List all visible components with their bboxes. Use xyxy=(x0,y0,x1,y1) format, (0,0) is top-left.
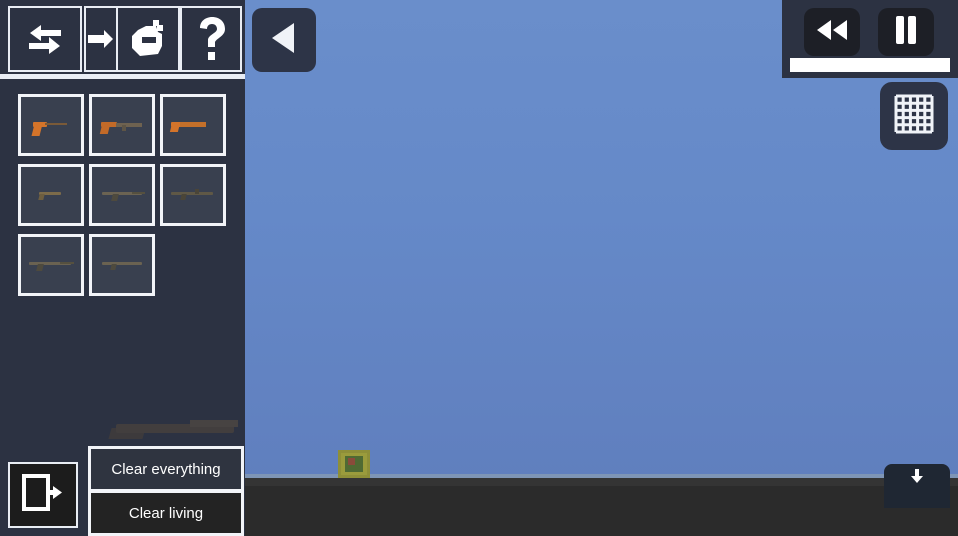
weapon-slot-2[interactable] xyxy=(89,94,155,156)
grid-toggle-button[interactable] xyxy=(880,82,948,150)
weapon-slot-4[interactable] xyxy=(18,164,84,226)
weapon-slot-6[interactable] xyxy=(160,164,226,226)
weapon-grid xyxy=(18,94,234,302)
sidebar-toolbar xyxy=(0,0,245,79)
clear-everything-button[interactable]: Clear everything xyxy=(91,449,241,489)
triangle-left-icon xyxy=(268,21,300,60)
crate-object[interactable] xyxy=(338,450,370,478)
marksman-rifle-icon xyxy=(98,255,146,275)
clear-living-button[interactable]: Clear living xyxy=(91,493,241,533)
swap-button[interactable] xyxy=(8,6,82,72)
sniper-rifle-icon xyxy=(27,255,75,275)
crate-core xyxy=(345,456,363,472)
preview-barrel xyxy=(190,420,238,427)
arrow-right-icon xyxy=(88,26,114,52)
grenade-button[interactable] xyxy=(116,6,180,72)
clear-buttons-panel: Clear everything Clear living xyxy=(88,446,244,536)
timeline-fill xyxy=(790,58,950,72)
exit-button[interactable] xyxy=(8,462,78,528)
pistol-icon xyxy=(27,115,75,136)
toolbar-underline xyxy=(0,74,245,79)
assault-rifle-icon xyxy=(98,185,146,205)
sawed-off-shotgun-icon xyxy=(169,115,217,135)
back-button[interactable] xyxy=(252,8,316,72)
help-button[interactable] xyxy=(180,6,242,72)
crate-mark xyxy=(348,458,355,465)
weapon-slot-3[interactable] xyxy=(160,94,226,156)
weapon-slot-8[interactable] xyxy=(89,234,155,296)
weapon-preview-image xyxy=(108,412,240,446)
submachine-gun-icon xyxy=(98,115,146,135)
rewind-button[interactable] xyxy=(804,8,860,56)
left-sidebar: Clear everything Clear living xyxy=(0,0,245,536)
game-screen: Clear everything Clear living xyxy=(0,0,958,536)
next-arrow-button[interactable] xyxy=(84,6,116,72)
rewind-icon xyxy=(814,18,850,47)
swap-arrows-icon xyxy=(25,22,65,56)
grenade-icon xyxy=(128,18,168,60)
timeline-scrubber[interactable] xyxy=(790,58,950,72)
playback-panel xyxy=(782,0,958,78)
pause-button[interactable] xyxy=(878,8,934,56)
download-button[interactable] xyxy=(884,464,950,508)
pause-icon xyxy=(893,15,919,50)
question-mark-icon xyxy=(196,17,226,61)
carbine-icon xyxy=(27,185,75,205)
weapon-slot-1[interactable] xyxy=(18,94,84,156)
weapon-slot-7[interactable] xyxy=(18,234,84,296)
grid-icon xyxy=(892,92,936,141)
exit-door-icon xyxy=(22,473,64,518)
weapon-slot-5[interactable] xyxy=(89,164,155,226)
download-icon xyxy=(910,469,924,490)
battle-rifle-icon xyxy=(169,185,217,205)
